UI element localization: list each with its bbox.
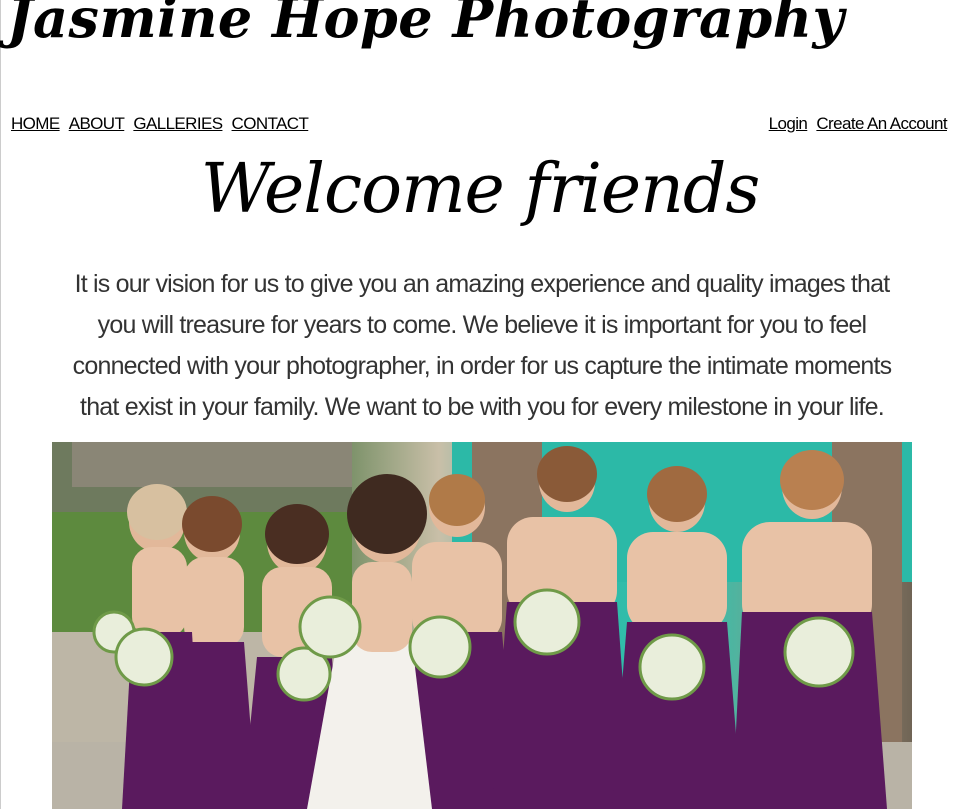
site-title[interactable]: Jasmine Hope Photography	[7, 0, 844, 50]
account-navigation: Login Create An Account	[765, 114, 948, 134]
hero-photo	[52, 442, 912, 809]
welcome-heading: Welcome friends	[200, 150, 761, 229]
nav-about-link[interactable]: ABOUT	[69, 114, 125, 133]
intro-paragraph: It is our vision for us to give you an a…	[72, 270, 892, 421]
nav-contact-link[interactable]: CONTACT	[232, 114, 309, 133]
nav-galleries-link[interactable]: GALLERIES	[133, 114, 223, 133]
nav-home-link[interactable]: HOME	[11, 114, 60, 133]
login-link[interactable]: Login	[769, 114, 808, 133]
bridesmaids-illustration	[52, 442, 912, 809]
main-navigation: HOME ABOUT GALLERIES CONTACT	[11, 114, 312, 134]
create-account-link[interactable]: Create An Account	[816, 114, 947, 133]
